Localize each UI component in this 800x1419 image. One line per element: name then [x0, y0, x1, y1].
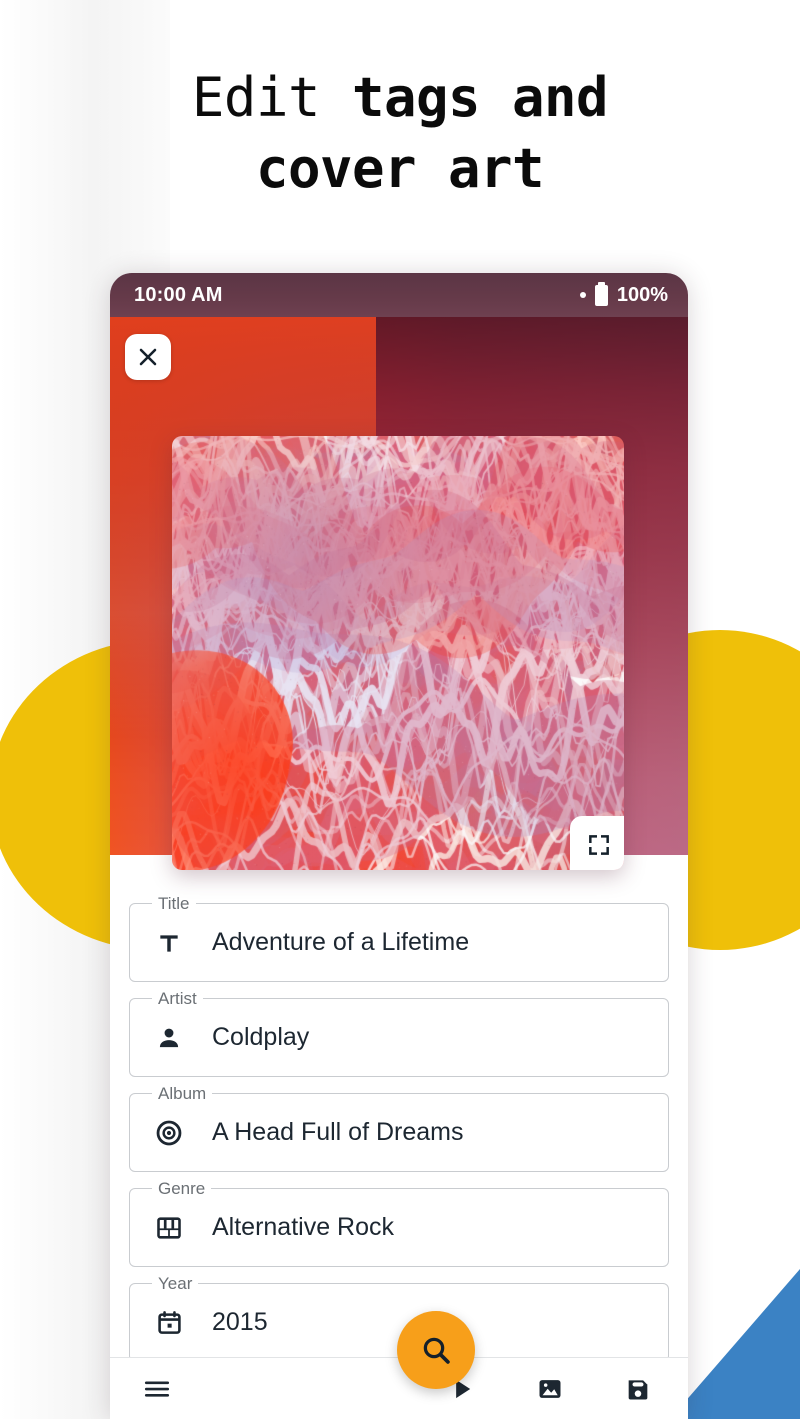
promo-headline-light-part: Edit: [191, 66, 352, 129]
field-album-value: A Head Full of Dreams: [212, 1117, 464, 1146]
decor-blue-corner: [670, 1269, 800, 1419]
dot-icon: [579, 292, 586, 298]
field-artist-label: Artist: [152, 989, 203, 1009]
save-button[interactable]: [618, 1369, 658, 1409]
promo-headline-bold-part: tags and: [351, 66, 609, 129]
text-format-icon: [152, 930, 186, 956]
hamburger-menu-icon: [144, 1380, 170, 1397]
album-art-image: [172, 436, 624, 870]
battery-full-icon: [594, 281, 608, 306]
status-bar-indicators: 100%: [579, 281, 668, 307]
field-artist-value: Coldplay: [212, 1022, 310, 1051]
field-album-label: Album: [152, 1084, 213, 1104]
field-genre-label: Genre: [152, 1179, 212, 1199]
tag-fields-list: Title Adventure of a Lifetime Artist Col…: [110, 855, 688, 1362]
save-icon: [628, 1379, 648, 1399]
piano-keys-icon: [152, 1214, 186, 1242]
field-title-label: Title: [152, 894, 196, 914]
image-icon: [539, 1379, 561, 1398]
field-title-value: Adventure of a Lifetime: [212, 927, 470, 956]
field-genre[interactable]: Genre Alternative Rock: [129, 1179, 669, 1267]
close-icon: [139, 348, 157, 366]
status-bar-time: 10:00 AM: [134, 283, 223, 306]
field-year-value: 2015: [212, 1307, 268, 1336]
field-title[interactable]: Title Adventure of a Lifetime: [129, 894, 669, 982]
calendar-icon: [152, 1309, 186, 1336]
hamburger-menu-button[interactable]: [136, 1368, 178, 1410]
promo-headline-line-1: Edit tags and: [0, 62, 800, 133]
promo-headline: Edit tags and cover art: [0, 62, 800, 205]
status-bar-battery-percent: 100%: [616, 283, 668, 306]
field-album[interactable]: Album A Head Full of Dreams: [129, 1084, 669, 1172]
status-bar: 10:00 AM 100%: [110, 273, 688, 317]
person-icon: [152, 1025, 186, 1051]
fullscreen-button[interactable]: [570, 816, 624, 870]
phone-mockup: 10:00 AM 100% Title Adventure of a Lifet…: [110, 273, 688, 1419]
album-disc-icon: [152, 1119, 186, 1147]
field-artist[interactable]: Artist Coldplay: [129, 989, 669, 1077]
album-art-card[interactable]: [172, 436, 624, 870]
fullscreen-icon: [589, 835, 609, 855]
field-genre-value: Alternative Rock: [212, 1212, 395, 1241]
close-button[interactable]: [125, 334, 171, 380]
bottom-bar-actions: [442, 1369, 658, 1409]
cover-art-hero: [110, 317, 688, 870]
promo-headline-line-2: cover art: [255, 137, 545, 201]
pick-image-button[interactable]: [530, 1369, 570, 1409]
search-fab[interactable]: [397, 1311, 475, 1389]
bottom-app-bar: [110, 1357, 688, 1419]
search-icon: [423, 1337, 450, 1364]
field-year-label: Year: [152, 1274, 199, 1294]
